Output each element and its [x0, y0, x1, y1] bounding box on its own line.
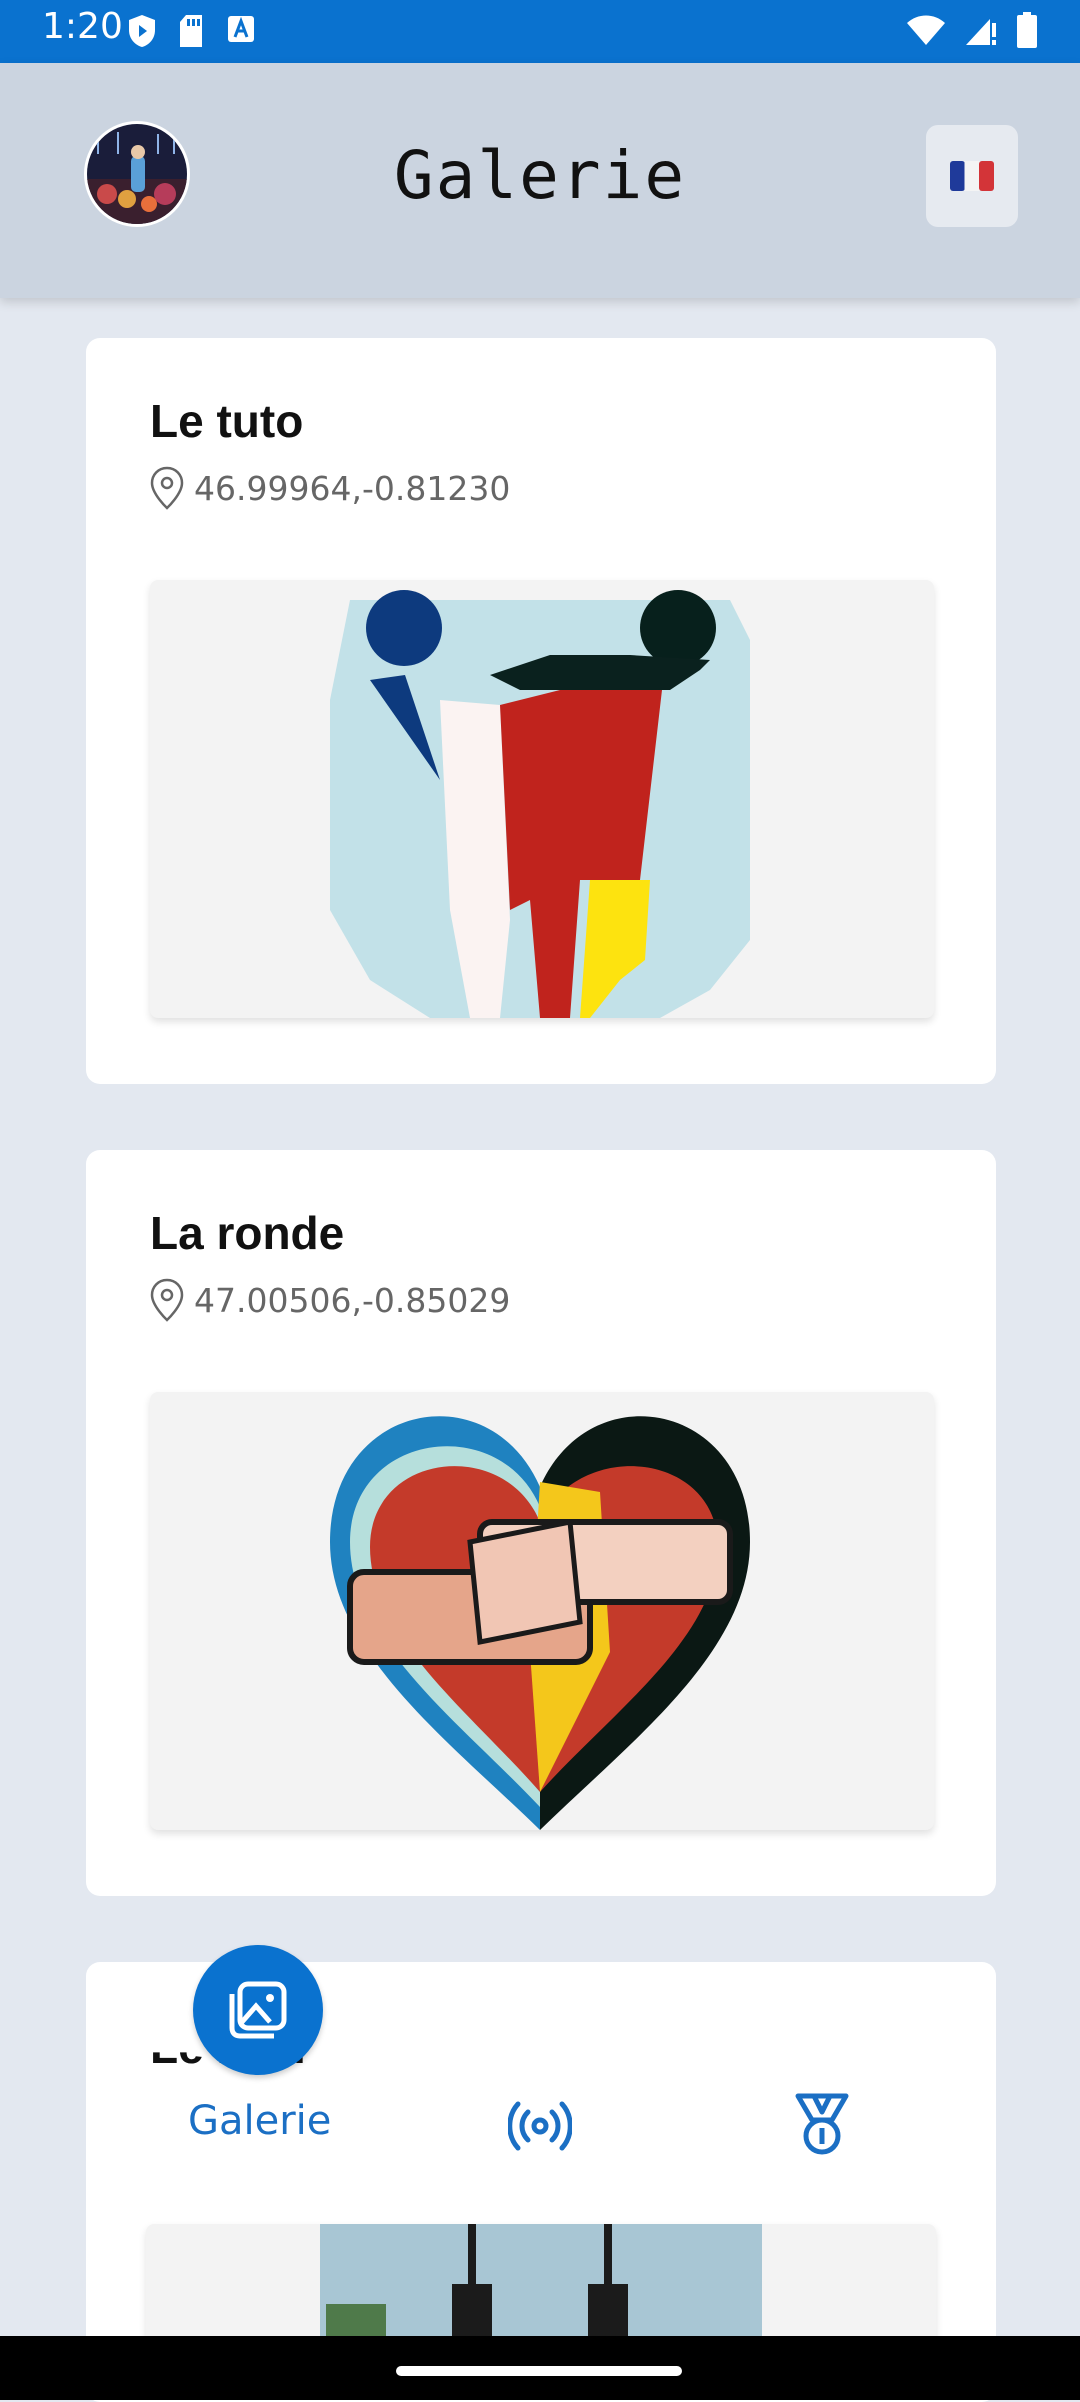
- gallery-card[interactable]: La ronde 47.00506,-0.85029: [86, 1150, 996, 1896]
- card-image[interactable]: [150, 1392, 934, 1830]
- system-navigation-bar: [0, 2336, 1080, 2400]
- broadcast-nav-button[interactable]: [507, 2098, 573, 2158]
- location-pin-icon: [150, 1278, 184, 1322]
- card-coordinates: 47.00506,-0.85029: [194, 1280, 511, 1320]
- card-location: 46.99964,-0.81230: [150, 466, 510, 510]
- medal-icon: [795, 2093, 849, 2155]
- status-icons-left: [128, 14, 256, 48]
- wifi-icon: [907, 15, 945, 45]
- broadcast-icon: [507, 2101, 573, 2151]
- pixel-art-heart-image: [330, 1416, 750, 1830]
- shield-play-icon: [129, 15, 155, 47]
- card-image[interactable]: [150, 580, 934, 1018]
- app-bar: Galerie: [0, 63, 1080, 298]
- card-title: Le tuto: [150, 395, 304, 447]
- gallery-nav-button[interactable]: [193, 1945, 323, 2075]
- pixel-art-frog-image: [330, 590, 750, 1018]
- battery-icon: [1017, 12, 1037, 48]
- gallery-nav-label[interactable]: Galerie: [188, 2098, 331, 2144]
- gallery-icon: [229, 1981, 287, 2039]
- card-title: La ronde: [150, 1207, 345, 1259]
- medal-nav-button[interactable]: [790, 2092, 854, 2160]
- font-a-icon: [228, 16, 254, 42]
- language-button[interactable]: [926, 125, 1018, 227]
- pixel-art-landmark-image: [320, 2224, 762, 2344]
- card-location: 47.00506,-0.85029: [150, 1278, 510, 1322]
- card-coordinates: 46.99964,-0.81230: [194, 468, 511, 508]
- sd-card-icon: [180, 15, 202, 47]
- status-icons-right: [906, 12, 1038, 48]
- location-pin-icon: [150, 466, 184, 510]
- french-flag-icon: [950, 161, 994, 191]
- status-bar: 1:20: [0, 0, 1080, 63]
- page-title: Galerie: [393, 137, 687, 214]
- card-image[interactable]: [146, 2224, 936, 2344]
- cellular-signal-icon: [966, 19, 996, 45]
- home-indicator[interactable]: [396, 2366, 682, 2376]
- gallery-card[interactable]: Le tuto 46.99964,-0.81230: [86, 338, 996, 1084]
- status-time: 1:20: [42, 6, 123, 47]
